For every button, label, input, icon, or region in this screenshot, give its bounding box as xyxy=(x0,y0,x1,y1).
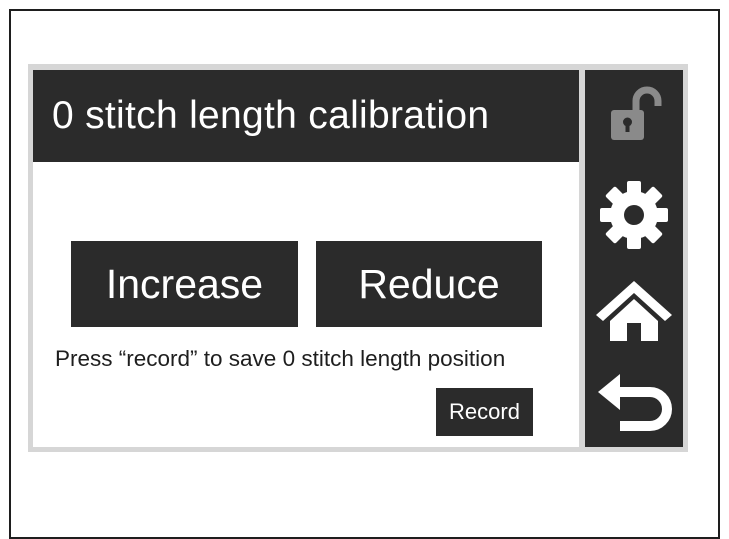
back-button[interactable] xyxy=(593,368,675,436)
page-title: 0 stitch length calibration xyxy=(33,70,579,162)
unlocked-padlock-icon xyxy=(611,86,662,140)
instruction-text: Press “record” to save 0 stitch length p… xyxy=(55,346,506,371)
reduce-button-label: Reduce xyxy=(358,260,500,307)
reduce-button[interactable]: Reduce xyxy=(316,241,542,327)
unlock-button[interactable] xyxy=(593,82,675,148)
page-title-text: 0 stitch length calibration xyxy=(52,94,490,137)
back-arrow-icon xyxy=(598,374,672,431)
home-button[interactable] xyxy=(593,276,675,344)
gear-icon xyxy=(600,181,668,249)
settings-button[interactable] xyxy=(593,178,675,252)
record-button-label: Record xyxy=(449,399,520,424)
increase-button[interactable]: Increase xyxy=(71,241,298,327)
record-button[interactable]: Record xyxy=(436,388,533,436)
home-icon xyxy=(596,281,672,341)
increase-button-label: Increase xyxy=(105,260,264,307)
